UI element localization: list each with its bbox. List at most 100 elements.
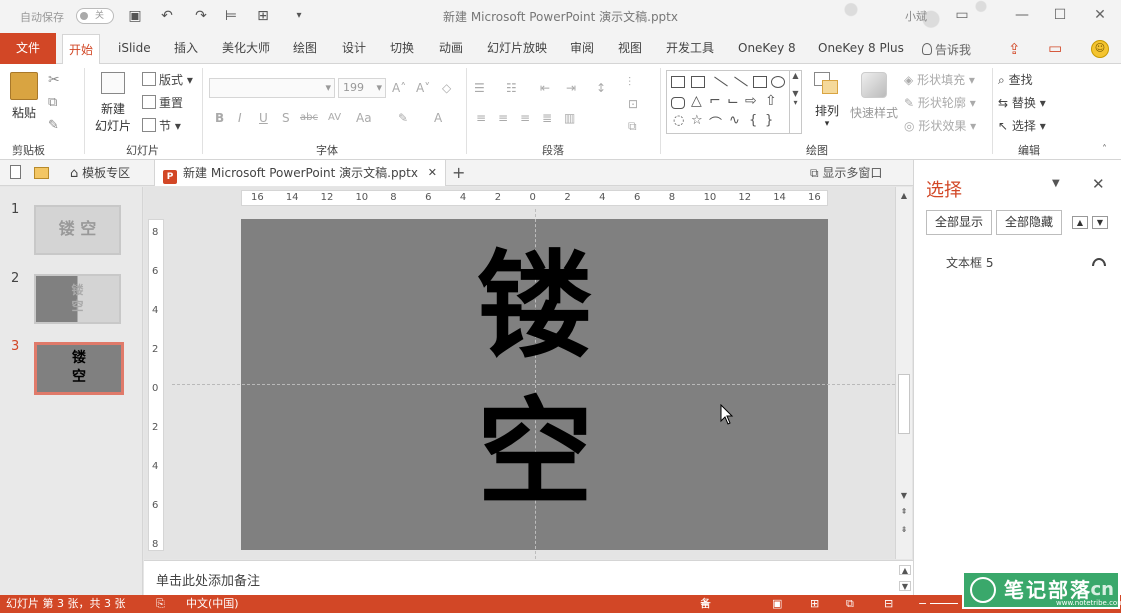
bullets-icon[interactable]: ☰ [474,78,485,98]
comment-icon[interactable]: ▭ [1048,39,1062,57]
hide-all-button[interactable]: 全部隐藏 [996,210,1062,235]
right-arrow-shape-icon[interactable]: ⇨ [745,93,757,109]
notes-scroll-down-icon[interactable]: ▼ [899,581,911,591]
tab-onekey8plus[interactable]: OneKey 8 Plus [812,33,910,64]
tell-me[interactable]: 告诉我 [922,41,971,58]
clear-format-icon[interactable]: ◇ [442,78,451,98]
font-size-field[interactable]: 199 ▾ [338,78,386,98]
notes-scroll-up-icon[interactable]: ▲ [899,565,911,575]
zoom-slider[interactable] [930,603,958,604]
layout-button[interactable]: 版式 ▾ [142,70,193,90]
star-shape-icon[interactable]: ☆ [691,113,703,128]
smartart-icon[interactable]: ⧉ [628,116,637,136]
tab-animations[interactable]: 动画 [433,33,469,64]
tab-view[interactable]: 视图 [612,33,648,64]
strikethrough-button[interactable]: abc [300,108,318,128]
tab-transitions[interactable]: 切换 [384,33,420,64]
tab-slideshow[interactable]: 幻灯片放映 [481,33,553,64]
section-button[interactable]: 节 ▾ [142,116,181,136]
scroll-up-icon[interactable]: ▲ [898,191,910,201]
shape-effects-button[interactable]: ◎ 形状效果 ▾ [904,116,976,136]
underline-button[interactable]: U [259,108,268,128]
right-brace-icon[interactable]: } [765,113,773,128]
align-left-icon[interactable]: ≡ [476,108,486,128]
line-shape-icon[interactable] [714,76,728,87]
tab-onekey8[interactable]: OneKey 8 [732,33,802,64]
minimize-icon[interactable]: — [1008,4,1036,26]
shrink-font-icon[interactable]: A˅ [416,78,430,98]
send-backward-icon[interactable]: ▼ [1092,216,1108,229]
rectangle-shape-icon[interactable] [753,76,767,88]
left-brace-icon[interactable]: { [749,113,757,128]
cut-icon[interactable]: ✂ [48,72,60,88]
gallery-scroll[interactable]: ▲ ▼ ▾ [789,71,801,133]
maximize-icon[interactable]: ☐ [1046,4,1074,26]
visibility-eye-icon[interactable] [1092,258,1106,266]
tab-insert[interactable]: 插入 [168,33,204,64]
normal-view-icon[interactable]: ▣ [772,595,782,613]
connector-shape-icon[interactable]: ⌐ [709,93,721,109]
curve-shape-icon[interactable]: ⌒ [709,113,722,132]
selection-item[interactable]: 文本框 5 [946,254,993,271]
line-spacing-icon[interactable]: ↕ [596,78,606,98]
new-slide-button[interactable]: 新建 幻灯片 [90,72,136,134]
reset-button[interactable]: 重置 [142,93,183,113]
feedback-smiley-icon[interactable]: ☺ [1091,40,1109,58]
grow-font-icon[interactable]: A˄ [392,78,406,98]
horizontal-guide[interactable] [172,384,895,385]
slide-text-char-1[interactable]: 镂 [474,247,596,367]
triangle-shape-icon[interactable]: △ [691,93,702,109]
shape-fill-button[interactable]: ◈ 形状填充 ▾ [904,70,975,90]
justify-icon[interactable]: ≣ [542,108,552,128]
align-right-icon[interactable]: ≡ [520,108,530,128]
scroll-down-icon[interactable]: ▼ [898,491,910,501]
change-case-button[interactable]: Aa [356,108,372,128]
slideshow-icon[interactable]: ⊟ [884,595,893,613]
pane-options-icon[interactable]: ▼ [1052,178,1060,189]
multi-window-button[interactable]: ⧉ 显示多窗口 [810,160,882,186]
tab-islide[interactable]: iSlide [112,33,157,64]
slide-thumbnail-2[interactable]: 镂 空 [34,274,121,324]
tab-review[interactable]: 审阅 [564,33,600,64]
rounded-rect-shape-icon[interactable] [671,97,685,109]
copy-icon[interactable]: ⧉ [48,95,57,110]
increase-indent-icon[interactable]: ⇥ [566,78,576,98]
tab-developer[interactable]: 开发工具 [660,33,720,64]
paste-button[interactable]: 粘贴 [8,72,40,121]
show-all-button[interactable]: 全部显示 [926,210,992,235]
italic-button[interactable]: I [238,108,242,128]
format-painter-icon[interactable]: ✎ [48,118,59,133]
tab-home[interactable]: 开始 [62,34,101,65]
template-tab[interactable]: ⌂ 模板专区 [60,160,140,186]
vertical-scrollbar[interactable]: ▲ ▼ ⇞ ⇟ [895,187,912,559]
arrange-button[interactable]: 排列 ▾ [810,72,844,129]
align-text-icon[interactable]: ⊡ [628,94,638,114]
font-color-icon[interactable]: A [434,108,442,128]
quick-styles-button[interactable]: 快速样式 [848,72,900,121]
collapse-ribbon-icon[interactable]: ˄ [1102,144,1107,155]
highlight-icon[interactable]: ✎ [398,108,408,128]
bold-button[interactable]: B [215,108,224,128]
decrease-indent-icon[interactable]: ⇤ [540,78,550,98]
language-indicator[interactable]: 中文(中国) [186,595,239,613]
close-icon[interactable]: ✕ [1086,4,1114,26]
replace-button[interactable]: ⇆ 替换 ▾ [998,93,1046,113]
close-tab-icon[interactable]: ✕ [428,160,437,186]
columns-icon[interactable]: ▥ [564,108,575,128]
select-button[interactable]: ↖ 选择 ▾ [998,116,1046,136]
shadow-button[interactable]: S [282,108,290,128]
document-tab[interactable]: P 新建 Microsoft PowerPoint 演示文稿.pptx ✕ [154,160,446,186]
up-arrow-shape-icon[interactable]: ⇧ [765,93,777,109]
close-pane-icon[interactable]: ✕ [1092,175,1105,193]
arrow-shape-icon[interactable] [734,76,748,87]
vertical-textbox-shape-icon[interactable] [691,76,705,88]
tab-beautify[interactable]: 美化大师 [216,33,276,64]
open-folder-icon[interactable] [34,167,49,179]
textbox-shape-icon[interactable] [671,76,685,88]
previous-slide-icon[interactable]: ⇞ [898,507,910,517]
tab-design[interactable]: 设计 [336,33,372,64]
scroll-thumb[interactable] [898,374,910,434]
freeform-shape-icon[interactable]: ◌ [673,113,684,128]
bring-forward-icon[interactable]: ▲ [1072,216,1088,229]
slide-sorter-icon[interactable]: ⊞ [810,595,819,613]
